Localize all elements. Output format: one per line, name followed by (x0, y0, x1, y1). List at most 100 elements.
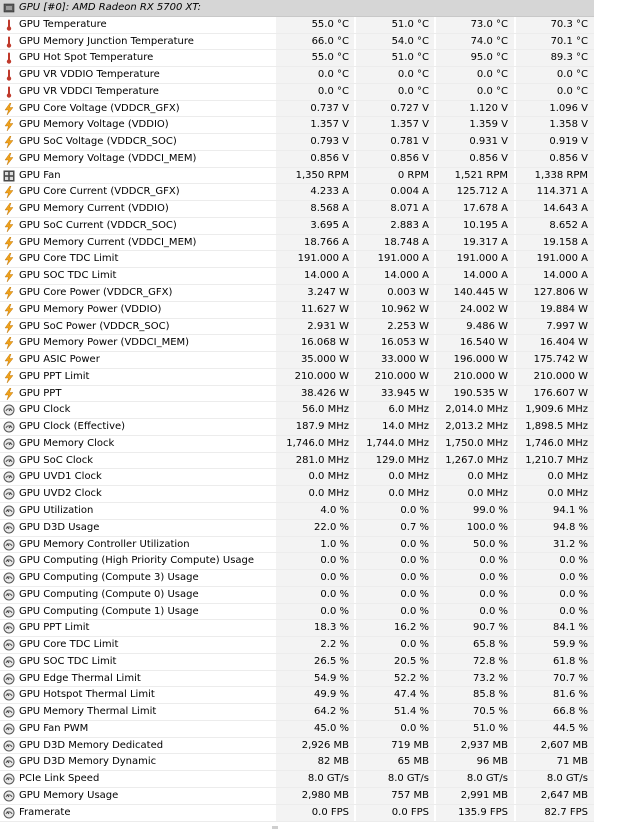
thermometer-icon (3, 52, 15, 64)
current-value: 56.0 MHz (302, 404, 349, 416)
sensor-row[interactable]: GPU Memory Junction Temperature 66.0 °C 54… (0, 33, 594, 51)
maximum-value: 72.8 % (473, 655, 508, 667)
sensor-row[interactable]: GPU Memory Clock 1,746.0 MHz 1,744.0 MHz 1,… (0, 435, 594, 453)
sensor-row[interactable]: GPU Utilization 4.0 % 0.0 % 99.0 % 94.1 % (0, 502, 594, 520)
sensor-row[interactable]: GPU Memory Current (VDDIO) 8.568 A 8.071 A… (0, 201, 594, 218)
sensor-name: GPU Computing (Compute 1) Usage (19, 605, 199, 617)
average-value: 191.000 A (536, 253, 588, 265)
sensor-group-header[interactable]: GPU [#0]: AMD Radeon RX 5700 XT: (0, 0, 594, 17)
average-value: 0.0 % (559, 605, 588, 617)
maximum-value: 95.0 °C (470, 52, 508, 64)
maximum-value: 74.0 °C (470, 35, 508, 47)
sensor-row[interactable]: GPU Computing (Compute 3) Usage 0.0 % 0.0 … (0, 570, 594, 587)
current-value: 1.0 % (320, 538, 349, 550)
average-value: 127.806 W (533, 287, 588, 299)
maximum-value: 210.000 W (453, 370, 508, 382)
minimum-value: 54.0 °C (391, 35, 429, 47)
current-value: 187.9 MHz (295, 421, 349, 433)
sensor-row[interactable]: GPU UVD2 Clock 0.0 MHz 0.0 MHz 0.0 MHz 0.0 M… (0, 486, 594, 503)
average-value: 70.7 % (553, 672, 588, 684)
sensor-row[interactable]: GPU Computing (Compute 0) Usage 0.0 % 0.0 … (0, 586, 594, 604)
sensor-row[interactable]: GPU Fan PWM 45.0 % 0.0 % 51.0 % 44.5 % (0, 720, 594, 738)
sensor-table: GPU [#0]: AMD Radeon RX 5700 XT: GPU Tem… (0, 0, 594, 822)
sensor-row[interactable]: GPU Memory Voltage (VDDIO) 1.357 V 1.357 V… (0, 117, 594, 135)
sensor-row[interactable]: GPU VR VDDCI Temperature 0.0 °C 0.0 °C 0.0 … (0, 83, 594, 101)
sensor-row[interactable]: GPU Memory Current (VDDCI_MEM) 18.766 A 18… (0, 234, 594, 252)
sensor-row[interactable]: GPU VR VDDIO Temperature 0.0 °C 0.0 °C 0.0 … (0, 67, 594, 84)
sensor-row[interactable]: GPU Fan 1,350 RPM 0 RPM 1,521 RPM 1,338 RPM (0, 167, 594, 185)
sensor-row[interactable]: GPU D3D Memory Dynamic 82 MB 65 MB 96 MB 71 … (0, 754, 594, 772)
sensor-row[interactable]: GPU SOC TDC Limit 26.5 % 20.5 % 72.8 % 61.8 … (0, 653, 594, 671)
minimum-value: 33.000 W (380, 354, 429, 366)
bolt-icon (3, 370, 15, 383)
sensor-row[interactable]: GPU Core TDC Limit 191.000 A 191.000 A 191.… (0, 251, 594, 269)
sensor-row[interactable]: GPU ASIC Power 35.000 W 33.000 W 196.000 W 1… (0, 352, 594, 369)
sensor-row[interactable]: GPU Core Power (VDDCR_GFX) 3.247 W 0.003 W… (0, 285, 594, 302)
sensor-row[interactable]: GPU Computing (Compute 1) Usage 0.0 % 0.0 … (0, 603, 594, 621)
sensor-name: GPU D3D Memory Dynamic (19, 756, 157, 768)
minimum-value: 0.0 % (400, 504, 429, 516)
average-value: 2,607 MB (540, 739, 588, 751)
minimum-value: 0.0 MHz (388, 488, 429, 500)
maximum-value: 19.317 A (462, 236, 508, 248)
sensor-row[interactable]: GPU Memory Voltage (VDDCI_MEM) 0.856 V 0.8… (0, 150, 594, 168)
sensor-row[interactable]: GPU Memory Thermal Limit 64.2 % 51.4 % 70.5… (0, 704, 594, 721)
minimum-value: 65 MB (397, 756, 429, 768)
sensor-name: GPU Memory Voltage (VDDCI_MEM) (19, 152, 197, 164)
average-value: 8.652 A (549, 219, 588, 231)
sensor-row[interactable]: Framerate 0.0 FPS 0.0 FPS 135.9 FPS 82.7 FPS (0, 804, 594, 822)
sensor-row[interactable]: GPU Temperature 55.0 °C 51.0 °C 73.0 °C 70.3… (0, 16, 594, 34)
sensor-row[interactable]: GPU Core Voltage (VDDCR_GFX) 0.737 V 0.727… (0, 100, 594, 118)
maximum-value: 2,014.0 MHz (445, 404, 508, 416)
maximum-value: 2,937 MB (460, 739, 508, 751)
sensor-name: GPU Memory Power (VDDIO) (19, 303, 162, 315)
current-value: 55.0 °C (311, 52, 349, 64)
current-value: 54.9 % (314, 672, 349, 684)
sensor-row[interactable]: GPU SoC Power (VDDCR_SOC) 2.931 W 2.253 W 9… (0, 318, 594, 336)
sensor-row[interactable]: GPU Hotspot Thermal Limit 49.9 % 47.4 % 85.… (0, 687, 594, 705)
current-value: 8.0 GT/s (307, 773, 349, 785)
gauge-icon (3, 656, 15, 668)
gauge-icon (3, 589, 15, 601)
sensor-name: GPU PPT Limit (19, 622, 90, 634)
sensor-row[interactable]: GPU Clock (Effective) 187.9 MHz 14.0 MHz 2,… (0, 419, 594, 436)
sensor-row[interactable]: GPU Memory Power (VDDCI_MEM) 16.068 W 16.0… (0, 335, 594, 353)
minimum-value: 51.4 % (394, 706, 429, 718)
sensor-row[interactable]: GPU PPT Limit 18.3 % 16.2 % 90.7 % 84.1 % (0, 620, 594, 638)
sensor-name: PCIe Link Speed (19, 773, 100, 785)
current-value: 0.0 % (320, 605, 349, 617)
sensor-name: GPU Memory Power (VDDCI_MEM) (19, 337, 190, 349)
sensor-row[interactable]: GPU Computing (High Priority Compute) Us… (0, 553, 594, 571)
sensor-row[interactable]: GPU SoC Clock 281.0 MHz 129.0 MHz 1,267.0 M… (0, 452, 594, 470)
current-value: 16.068 W (300, 337, 349, 349)
sensor-row[interactable]: GPU PPT Limit 210.000 W 210.000 W 210.000 W… (0, 368, 594, 386)
sensor-row[interactable]: GPU SoC Current (VDDCR_SOC) 3.695 A 2.883 … (0, 217, 594, 235)
maximum-value: 135.9 FPS (458, 806, 508, 818)
sensor-row[interactable]: GPU Core Current (VDDCR_GFX) 4.233 A 0.004… (0, 184, 594, 202)
gauge-icon (3, 689, 15, 701)
minimum-value: 0.0 % (400, 605, 429, 617)
sensor-row[interactable]: GPU Memory Power (VDDIO) 11.627 W 10.962 W… (0, 301, 594, 319)
average-value: 175.742 W (533, 354, 588, 366)
sensor-row[interactable]: GPU SOC TDC Limit 14.000 A 14.000 A 14.000 … (0, 268, 594, 286)
sensor-name: GPU D3D Usage (19, 521, 100, 533)
maximum-value: 50.0 % (473, 538, 508, 550)
sensor-name: GPU SoC Power (VDDCR_SOC) (19, 320, 170, 332)
average-value: 7.997 W (546, 320, 588, 332)
sensor-row[interactable]: GPU D3D Memory Dedicated 2,926 MB 719 MB 2,… (0, 737, 594, 755)
sensor-row[interactable]: GPU Memory Controller Utilization 1.0 % 0.… (0, 536, 594, 554)
sensor-row[interactable]: GPU Hot Spot Temperature 55.0 °C 51.0 °C 95… (0, 50, 594, 68)
sensor-row[interactable]: GPU Core TDC Limit 2.2 % 0.0 % 65.8 % 59.9 % (0, 637, 594, 654)
sensor-name: GPU Core TDC Limit (19, 639, 119, 651)
sensor-row[interactable]: GPU Clock 56.0 MHz 6.0 MHz 2,014.0 MHz 1,909… (0, 402, 594, 420)
sensor-row[interactable]: GPU UVD1 Clock 0.0 MHz 0.0 MHz 0.0 MHz 0.0 M… (0, 469, 594, 487)
sensor-name: GPU Memory Clock (19, 437, 115, 449)
sensor-row[interactable]: GPU Memory Usage 2,980 MB 757 MB 2,991 MB 2,… (0, 787, 594, 805)
sensor-row[interactable]: GPU D3D Usage 22.0 % 0.7 % 100.0 % 94.8 % (0, 519, 594, 537)
maximum-value: 1.120 V (469, 102, 508, 114)
minimum-value: 719 MB (391, 739, 429, 751)
sensor-row[interactable]: GPU SoC Voltage (VDDCR_SOC) 0.793 V 0.781 … (0, 134, 594, 151)
sensor-row[interactable]: PCIe Link Speed 8.0 GT/s 8.0 GT/s 8.0 GT/s 8… (0, 771, 594, 788)
sensor-row[interactable]: GPU PPT 38.426 W 33.945 W 190.535 W 176.607 … (0, 385, 594, 403)
sensor-row[interactable]: GPU Edge Thermal Limit 54.9 % 52.2 % 73.2 %… (0, 670, 594, 688)
